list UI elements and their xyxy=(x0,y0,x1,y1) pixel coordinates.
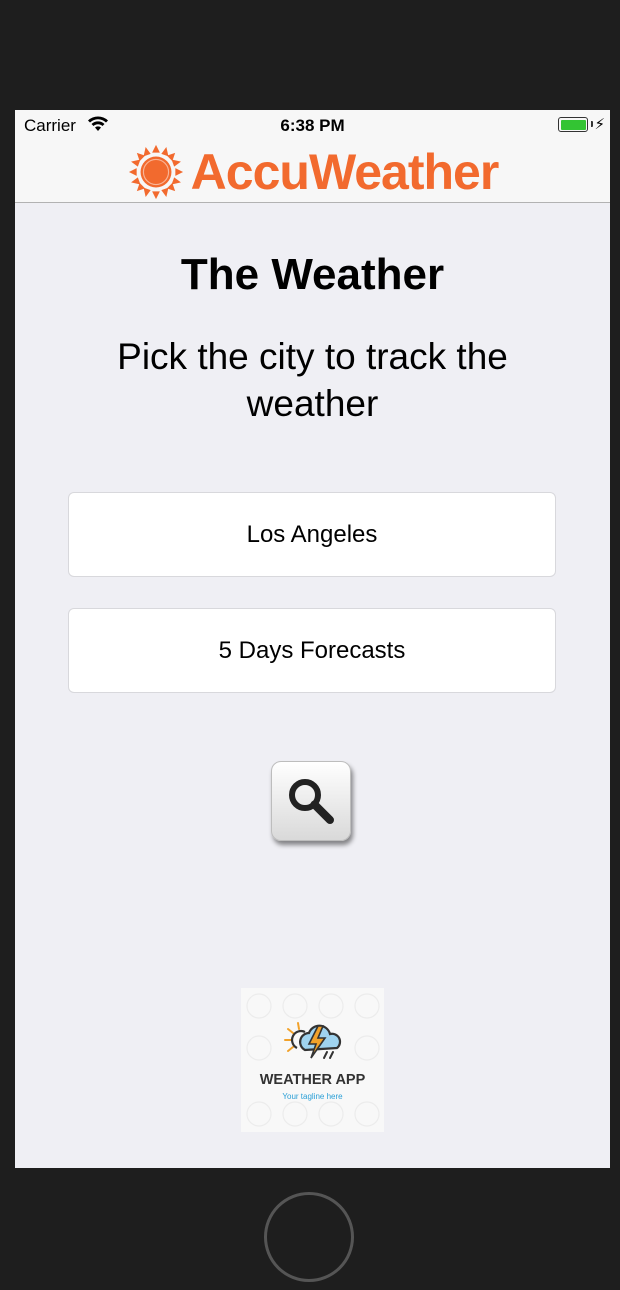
page-title: The Weather xyxy=(180,250,445,299)
bolt-icon: ⚡ xyxy=(594,116,605,133)
page-subtitle: Pick the city to track the weather xyxy=(117,336,508,424)
battery-icon xyxy=(558,117,588,132)
app-logo-title: WEATHER APP xyxy=(259,1072,366,1088)
search-button[interactable] xyxy=(271,761,351,841)
clock-time: 6:38 PM xyxy=(280,116,345,135)
forecast-button[interactable]: 5 Days Forecasts xyxy=(68,608,556,693)
brand-logo: AccuWeather xyxy=(15,144,610,200)
city-button[interactable]: Los Angeles xyxy=(68,492,556,577)
brand-name: AccuWeather xyxy=(190,144,500,200)
storm-cloud-icon xyxy=(246,993,380,1127)
magnifier-icon xyxy=(289,779,334,824)
sun-icon xyxy=(128,144,183,200)
device-screen: Carrier 6:38 PM ⚡ AccuWeather The Weathe… xyxy=(15,110,610,1168)
battery-cap xyxy=(591,121,593,127)
navigation-bar: AccuWeather xyxy=(15,140,610,203)
app-logo: WEATHER APP Your tagline here xyxy=(241,988,384,1132)
app-logo-tagline: Your tagline here xyxy=(282,1092,343,1101)
status-bar: Carrier 6:38 PM ⚡ xyxy=(15,110,610,140)
home-button[interactable] xyxy=(264,1192,354,1282)
